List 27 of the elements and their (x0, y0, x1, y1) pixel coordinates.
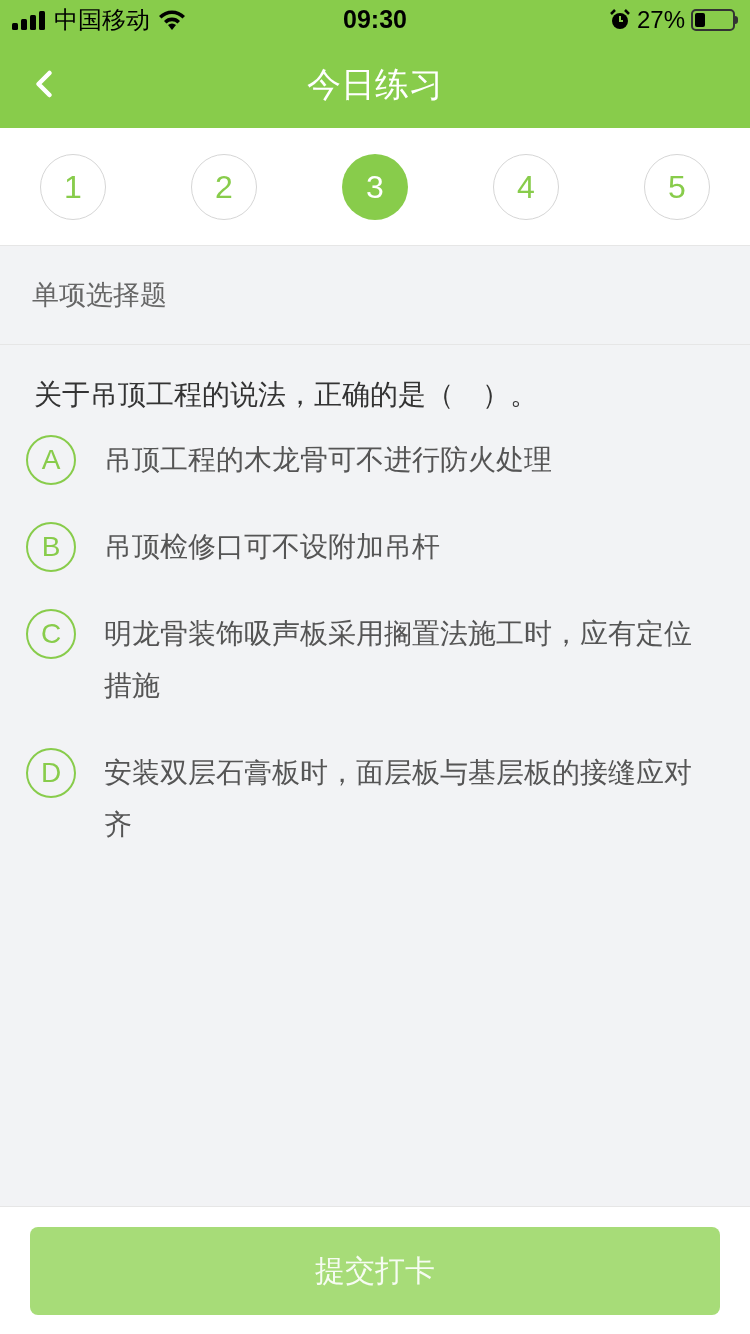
question-number-tab[interactable]: 5 (644, 153, 710, 220)
option-text: 安装双层石膏板时，面层板与基层板的接缝应对齐 (104, 756, 693, 842)
answer-option[interactable]: D 安装双层石膏板时，面层板与基层板的接缝应对齐 (26, 748, 716, 851)
battery-percent: 27% (636, 5, 685, 35)
question-number-tab[interactable]: 1 (40, 153, 106, 220)
question-type-label: 单项选择题 (32, 278, 167, 312)
answer-option[interactable]: B 吊顶检修口可不设附加吊杆 (26, 522, 716, 573)
clock-time: 09:30 (343, 4, 407, 36)
option-text: 明龙骨装饰吸声板采用搁置法施工时，应有定位措施 (104, 617, 693, 703)
signal-icon (12, 10, 46, 30)
battery-icon (691, 9, 738, 31)
alarm-icon (608, 9, 631, 31)
wifi-icon (158, 9, 186, 31)
option-text: 吊顶检修口可不设附加吊杆 (104, 530, 441, 564)
question-number-tab[interactable]: 2 (191, 153, 257, 220)
carrier-name: 中国移动 (54, 5, 150, 35)
question-number-tab[interactable]: 3 (342, 153, 408, 220)
answer-option[interactable]: A 吊顶工程的木龙骨可不进行防火处理 (26, 435, 716, 486)
question-number-tab[interactable]: 4 (493, 153, 559, 220)
option-letter: C (26, 609, 76, 659)
option-letter: B (26, 522, 76, 572)
answer-option[interactable]: C 明龙骨装饰吸声板采用搁置法施工时，应有定位措施 (26, 609, 716, 712)
question-text: 关于吊顶工程的说法，正确的是（ ）。 (34, 378, 539, 412)
option-text: 吊顶工程的木龙骨可不进行防火处理 (104, 443, 553, 477)
page-title: 今日练习 (307, 63, 443, 105)
option-letter: A (26, 435, 76, 485)
option-letter: D (26, 748, 76, 798)
